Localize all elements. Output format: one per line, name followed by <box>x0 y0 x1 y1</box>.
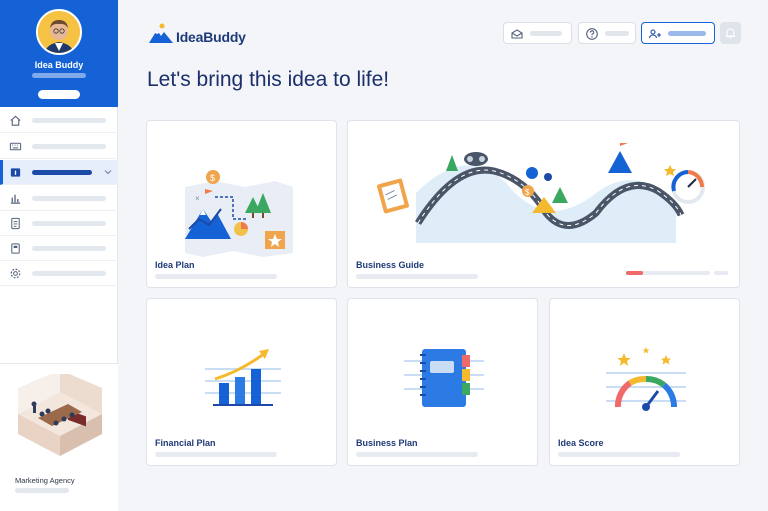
sidebar: Idea Buddy Marketing Agency <box>0 0 118 511</box>
help-icon <box>586 28 598 40</box>
sidebar-item-analytics[interactable] <box>0 186 118 211</box>
svg-text:$: $ <box>525 188 530 197</box>
book-icon <box>11 243 20 254</box>
home-icon <box>10 115 21 126</box>
invite-members-button[interactable] <box>641 22 715 44</box>
card-title: Idea Score <box>558 438 604 448</box>
mail-icon <box>511 29 523 39</box>
sidebar-item-settings[interactable] <box>0 261 118 286</box>
sidebar-item-library[interactable] <box>0 236 118 261</box>
profile-button[interactable] <box>38 90 80 99</box>
company-subtitle-placeholder <box>15 488 69 493</box>
road-illustration: $ <box>377 143 705 243</box>
avatar[interactable] <box>36 9 82 55</box>
sidebar-item-keyboard[interactable] <box>0 134 118 159</box>
sidebar-item-documents[interactable] <box>0 211 118 236</box>
sidebar-item-idea[interactable] <box>0 160 118 185</box>
bar-chart-icon <box>10 194 21 204</box>
card-subtitle-placeholder <box>356 452 478 457</box>
card-subtitle-placeholder <box>155 452 277 457</box>
page-title: Let's bring this idea to life! <box>147 68 390 91</box>
card-subtitle-placeholder <box>155 274 277 279</box>
card-subtitle-placeholder <box>558 452 680 457</box>
mountain-logo-icon <box>149 23 173 43</box>
messages-button[interactable] <box>503 22 572 44</box>
growth-chart-illustration <box>205 349 281 406</box>
notifications-button[interactable] <box>720 22 741 44</box>
card-title: Business Guide <box>356 260 425 270</box>
card-title: Business Plan <box>356 438 418 448</box>
add-user-icon <box>648 29 661 39</box>
help-button[interactable] <box>578 22 636 44</box>
gear-icon <box>10 268 21 279</box>
card-title: Idea Plan <box>155 260 195 270</box>
keyboard-icon <box>9 142 22 151</box>
card-title: Financial Plan <box>155 438 216 448</box>
guide-progress-fill <box>626 271 643 275</box>
score-gauge-illustration <box>606 347 686 411</box>
brand-name: IdeaBuddy <box>176 29 246 45</box>
svg-text:×: × <box>195 194 200 203</box>
financial-plan-card[interactable]: Financial Plan <box>146 298 337 466</box>
brand-logo[interactable]: IdeaBuddy <box>148 22 246 46</box>
company-name: Marketing Agency <box>15 476 75 485</box>
document-icon <box>11 217 20 230</box>
business-plan-card[interactable]: Business Plan <box>347 298 538 466</box>
idea-score-card[interactable]: Idea Score <box>549 298 740 466</box>
sidebar-profile-header: Idea Buddy <box>0 0 118 107</box>
idea-plan-card[interactable]: $ × Idea Plan <box>146 120 337 288</box>
sidebar-item-home[interactable] <box>0 108 118 133</box>
idea-info-icon <box>10 168 21 177</box>
guide-progress-end <box>714 271 728 275</box>
bell-icon <box>726 28 735 39</box>
card-subtitle-placeholder <box>356 274 478 279</box>
office-illustration <box>18 374 102 456</box>
notebook-illustration <box>404 349 484 407</box>
svg-text:$: $ <box>210 173 215 183</box>
business-guide-card[interactable]: $ Business Guide <box>347 120 740 288</box>
sidebar-company-panel: Marketing Agency <box>0 363 118 511</box>
chevron-down-icon[interactable] <box>103 166 113 178</box>
user-name: Idea Buddy <box>34 60 84 70</box>
map-illustration: $ × <box>185 170 293 257</box>
user-subtitle-placeholder <box>32 73 86 78</box>
